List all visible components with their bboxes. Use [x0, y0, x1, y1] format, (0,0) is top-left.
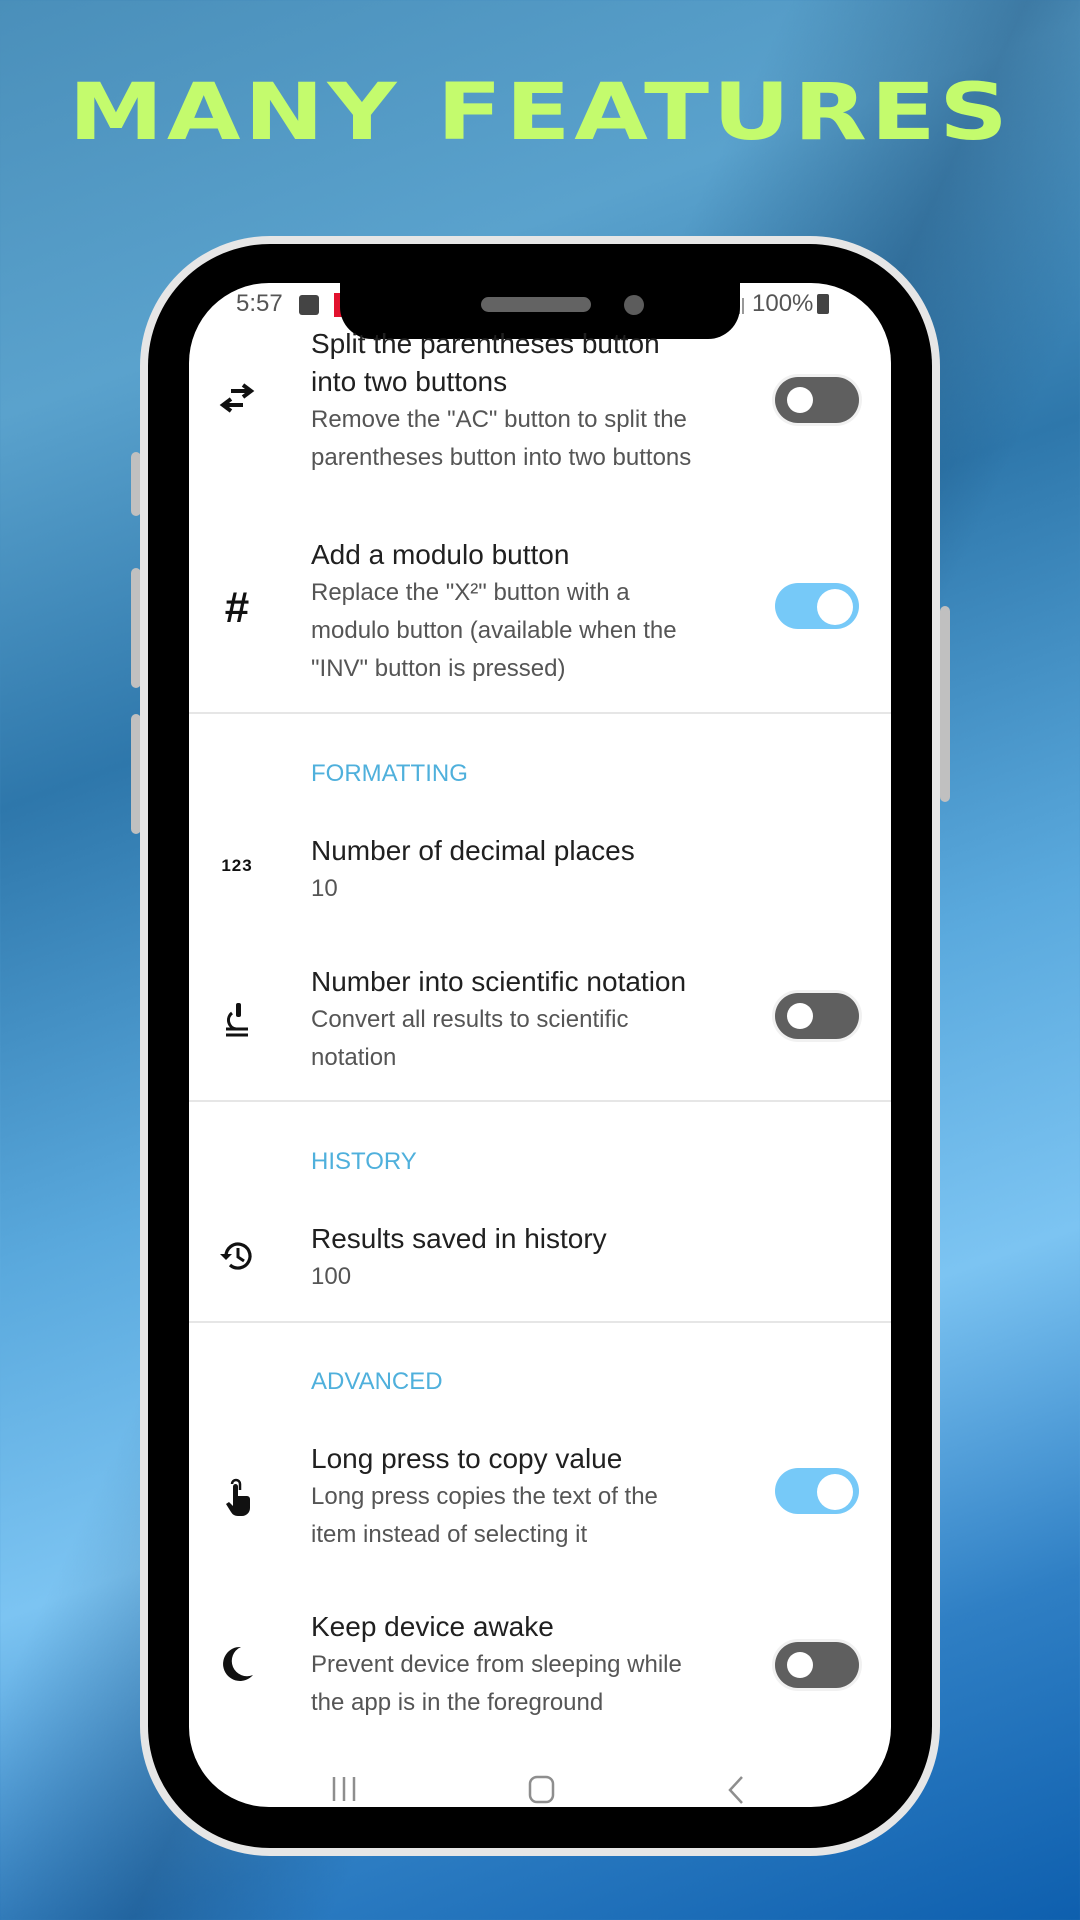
setting-description-line3: "INV" button is pressed) — [311, 655, 566, 682]
gallery-notification-icon — [299, 294, 320, 315]
phone-speaker — [481, 297, 591, 312]
setting-title: Keep device awake — [311, 1611, 554, 1642]
recents-icon — [332, 1777, 356, 1801]
setting-value: 10 — [311, 875, 338, 902]
keep-awake-toggle[interactable] — [775, 1642, 859, 1688]
toggle-knob — [817, 1474, 853, 1510]
home-icon — [528, 1775, 555, 1804]
setting-description: Replace the "X²" button with a — [311, 579, 630, 606]
setting-description: Remove the "AC" button to split the — [311, 406, 687, 433]
hash-icon: # — [224, 583, 250, 632]
toggle-knob — [787, 1003, 813, 1029]
setting-description-line2: the app is in the foreground — [311, 1689, 604, 1716]
setting-description-line2: modulo button (available when the — [311, 617, 677, 644]
setting-description: Convert all results to scientific — [311, 1006, 629, 1033]
time-text: 5:57 — [236, 290, 283, 317]
scientific-notation-toggle[interactable] — [775, 993, 859, 1039]
setting-value: 100 — [311, 1263, 352, 1290]
setting-title: Number of decimal places — [311, 835, 635, 866]
numbers-123-icon: 123 — [221, 856, 253, 875]
phone-camera — [624, 295, 644, 315]
toggle-knob — [817, 589, 853, 625]
setting-description: Long press copies the text of the — [311, 1483, 658, 1510]
section-header-formatting: FORMATTING — [311, 760, 468, 787]
setting-description-line2: parentheses button into two buttons — [311, 444, 692, 471]
back-button[interactable] — [726, 1775, 748, 1810]
section-header-history: HISTORY — [311, 1148, 417, 1175]
microscope-icon — [217, 999, 257, 1039]
setting-title: Add a modulo button — [311, 539, 570, 570]
setting-results-history[interactable]: Results saved in history 100 — [189, 1220, 891, 1300]
toggle-knob — [787, 1652, 813, 1678]
setting-title: Long press to copy value — [311, 1443, 623, 1474]
battery-percent: 100% — [752, 290, 814, 317]
home-button[interactable] — [527, 1775, 557, 1810]
toggle-knob — [787, 387, 813, 413]
section-divider — [189, 1321, 891, 1323]
back-icon — [728, 1776, 743, 1804]
section-divider — [189, 1100, 891, 1102]
setting-description-line2: notation — [311, 1044, 397, 1071]
setting-title: Split the parentheses button — [311, 328, 660, 359]
setting-modulo[interactable]: # Add a modulo button Replace the "X²" b… — [189, 536, 891, 686]
setting-keep-awake[interactable]: Keep device awake Prevent device from sl… — [189, 1608, 891, 1718]
status-bar-time: 5:57 — [236, 290, 353, 318]
modulo-toggle[interactable] — [775, 583, 859, 629]
setting-scientific-notation[interactable]: Number into scientific notation Convert … — [189, 963, 891, 1073]
setting-split-parentheses[interactable]: Split the parentheses button into two bu… — [189, 325, 891, 485]
swap-arrows-icon — [217, 379, 257, 419]
setting-title: Results saved in history — [311, 1223, 607, 1254]
touch-hand-icon — [217, 1478, 257, 1518]
setting-title-line2: into two buttons — [311, 366, 508, 397]
status-bar-right: 100% — [738, 290, 830, 318]
setting-description: Prevent device from sleeping while — [311, 1651, 682, 1678]
split-parentheses-toggle[interactable] — [775, 377, 859, 423]
battery-charging-icon — [817, 294, 830, 314]
long-press-copy-toggle[interactable] — [775, 1468, 859, 1514]
section-header-advanced: ADVANCED — [311, 1368, 443, 1395]
setting-title: Number into scientific notation — [311, 966, 687, 997]
section-divider — [189, 712, 891, 714]
headline: MANY FEATURES — [68, 68, 1012, 158]
setting-decimal-places[interactable]: 123 Number of decimal places 10 — [189, 832, 891, 912]
recents-button[interactable] — [330, 1775, 360, 1808]
setting-description-line2: item instead of selecting it — [311, 1521, 588, 1548]
setting-long-press-copy[interactable]: Long press to copy value Long press copi… — [189, 1440, 891, 1550]
history-icon — [217, 1236, 257, 1276]
moon-icon — [217, 1644, 257, 1684]
phone-side-button-4 — [940, 606, 950, 802]
